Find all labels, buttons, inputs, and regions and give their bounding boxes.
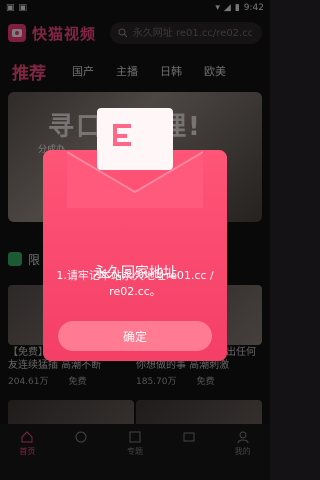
- confirm-button[interactable]: 确定: [58, 321, 212, 351]
- envelope-icon: [67, 108, 203, 208]
- modal-message: 1.请牢记本站永久地址re01.cc / re02.cc。: [56, 269, 214, 298]
